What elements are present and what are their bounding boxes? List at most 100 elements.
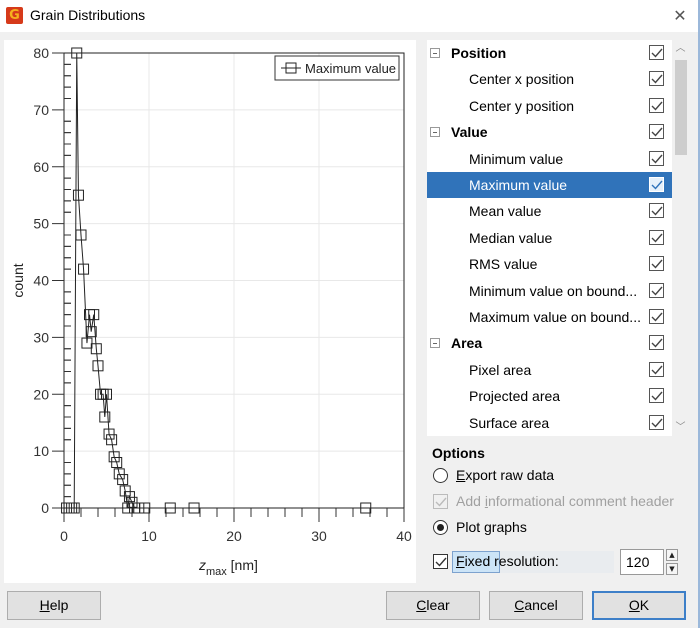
resolution-spinner[interactable]: ▲ ▼ [666,549,678,575]
tree-item[interactable]: Projected area [427,383,672,409]
tree-checkbox[interactable] [649,71,664,87]
tree-label: Surface area [469,414,550,431]
tree-checkbox[interactable] [649,414,664,430]
check-icon [651,206,663,216]
collapse-icon[interactable] [430,338,440,349]
check-icon [651,180,663,190]
window-title: Grain Distributions [30,7,146,23]
mnemonic: C [514,597,525,613]
check-icon [651,312,663,322]
tree-item[interactable]: Maximum value [427,172,672,198]
tree-item[interactable]: Surface area [427,410,672,436]
fixed-resolution-checkbox[interactable]: Fixed resolution: [432,551,622,573]
tree-item[interactable]: RMS value [427,251,672,277]
tree-checkbox[interactable] [649,388,664,404]
collapse-icon[interactable] [430,127,440,138]
tree-item[interactable]: Minimum value on bound... [427,278,672,304]
x-tick-label: 0 [60,528,68,544]
tree-checkbox[interactable] [649,124,664,140]
tree-item[interactable]: Center x position [427,66,672,92]
collapse-icon[interactable] [430,48,440,58]
tree-checkbox[interactable] [649,361,664,377]
mnemonic: C [416,597,427,613]
y-tick-label: 70 [33,102,49,118]
checkbox-indicator[interactable] [433,494,448,509]
cancel-label: ancel [524,597,558,613]
tree-item[interactable]: Pixel area [427,357,672,383]
tree-label: Center x position [469,71,575,88]
tree-item[interactable]: Center y position [427,93,672,119]
x-axis-label: zmax [nm] [198,557,258,578]
tree-item[interactable]: Maximum value on bound... [427,304,672,330]
mnemonic: O [628,597,640,613]
tree-checkbox[interactable] [649,309,664,324]
radio-indicator[interactable] [433,468,448,483]
x-tick-label: 40 [396,528,412,544]
add-header-label: nformational comment header [487,493,674,509]
options-title: Options [432,445,485,461]
y-axis-label: count [10,263,26,297]
tree-checkbox[interactable] [649,45,664,60]
tree-checkbox[interactable] [649,229,664,245]
tree-checkbox[interactable] [649,97,664,113]
quantity-tree[interactable]: Position Center x position Center y positi… [427,40,672,436]
label-pre: Add [456,493,485,509]
y-tick-label: 50 [33,216,49,232]
check-icon [651,74,663,84]
spin-down-icon[interactable]: ▼ [666,563,678,575]
help-button[interactable]: Help [7,591,101,620]
tree-checkbox[interactable] [649,282,664,298]
radio-indicator[interactable] [433,520,448,535]
ok-label: K [639,597,650,613]
tree-label: Maximum value on bound... [469,309,641,325]
y-tick-label: 10 [33,443,49,459]
tree-group[interactable]: Area [427,330,672,356]
close-icon[interactable]: ✕ [666,4,694,28]
cancel-button[interactable]: Cancel [489,591,583,620]
scroll-up-icon[interactable]: ︿ [672,40,689,57]
tree-checkbox[interactable] [649,150,664,166]
graph-area: 0 10 20 30 40 50 60 70 80 0 10 20 30 40 count zmax [nm]… [4,40,416,583]
scroll-down-icon[interactable]: ﹀ [672,419,689,436]
tree-label: Projected area [469,388,561,405]
mnemonic: F [456,553,465,569]
check-icon [651,286,663,296]
check-icon [651,365,663,375]
tree-label: Minimum value on bound... [469,282,638,299]
tree-item[interactable]: Mean value [427,198,672,224]
tree-label: Median value [469,229,553,246]
tree-label: RMS value [469,256,538,273]
tree-group[interactable]: Position [427,40,672,66]
tree-item[interactable]: Median value [427,225,672,251]
y-tick-label: 80 [33,45,49,61]
fixed-resolution-label: ixed resolution: [464,553,559,569]
tree-checkbox[interactable] [649,256,664,272]
plot-graphs-label: Plot graphs [456,519,527,535]
spin-up-icon[interactable]: ▲ [666,549,678,561]
tree-checkbox[interactable] [649,177,664,192]
title-bar: G Grain Distributions ✕ [0,0,700,32]
x-tick-label: 30 [311,528,327,544]
tree-group[interactable]: Value [427,119,672,145]
x-tick-label: 10 [141,528,157,544]
tree-item[interactable]: Minimum value [427,146,672,172]
tree-checkbox[interactable] [649,203,664,219]
y-tick-label: 40 [33,273,49,289]
y-tick-label: 30 [33,329,49,345]
checkbox-indicator[interactable] [433,554,448,569]
clear-button[interactable]: Clear [386,591,480,620]
tree-scrollbar[interactable]: ︿ ﹀ [672,40,689,436]
help-label: elp [49,597,69,613]
export-raw-label: xport raw data [465,467,555,483]
tree-checkbox[interactable] [649,335,664,351]
resolution-input[interactable]: 120 [620,549,664,575]
y-tick-label: 0 [41,500,49,516]
ok-button[interactable]: OK [592,591,686,620]
check-icon [651,154,663,164]
check-icon [651,127,663,137]
scroll-thumb[interactable] [675,60,687,155]
check-icon [651,391,663,401]
mnemonic: H [39,597,50,613]
tree-label: Minimum value [469,150,564,167]
check-icon [651,233,663,243]
